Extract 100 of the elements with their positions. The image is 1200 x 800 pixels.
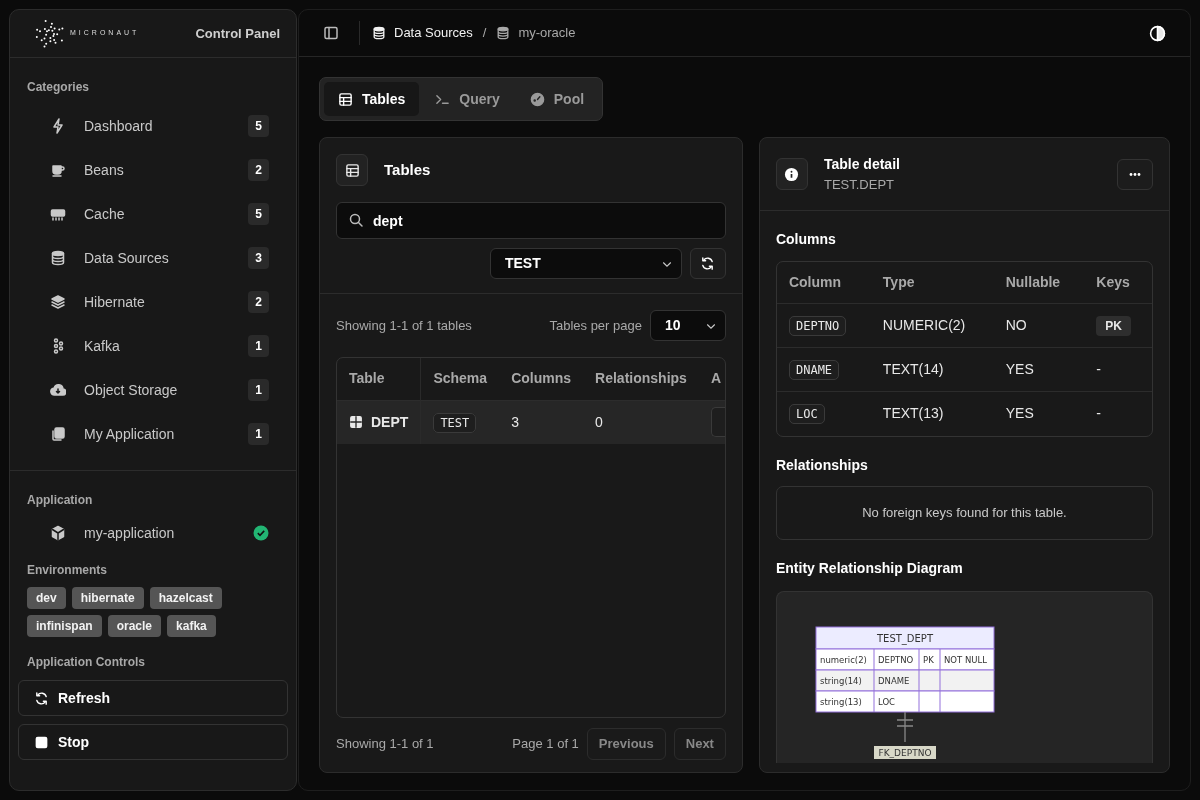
environment-tag: hibernate	[71, 587, 144, 609]
count-badge: 1	[248, 335, 269, 357]
refresh-icon	[700, 256, 716, 271]
breadcrumb-separator: /	[482, 24, 487, 43]
attribute-text: DNAME	[877, 675, 910, 686]
next-button[interactable]: Next	[673, 728, 726, 760]
table-name: TEST.DEPT	[823, 176, 896, 194]
column-name-tag: DEPTNO	[788, 316, 847, 336]
count-badge: 5	[248, 203, 269, 225]
sidebar-item[interactable]: Kafka 1	[18, 324, 288, 368]
table-cell: 3	[499, 400, 584, 444]
table-cell: 0	[583, 400, 699, 444]
section-heading: Relationships	[775, 455, 869, 475]
column-name-tag: DNAME	[788, 360, 840, 380]
column-header: Table	[337, 358, 421, 400]
column-header: Relationships	[583, 358, 699, 400]
sidebar-item[interactable]: Data Sources 3	[18, 236, 288, 280]
copy-icon	[50, 426, 66, 442]
schema-tag: TEST	[433, 412, 477, 433]
refresh-button[interactable]: Refresh	[18, 680, 288, 716]
layers-icon	[50, 294, 66, 310]
tab[interactable]: Pool	[515, 82, 599, 116]
attribute-text: string(13)	[819, 696, 862, 707]
previous-button[interactable]: Previous	[586, 728, 666, 760]
cup-icon	[50, 162, 66, 178]
relationship-label: FK_DEPTNO	[873, 745, 936, 759]
column-header: Keys	[1084, 261, 1152, 304]
column-header: Column	[776, 261, 871, 304]
cube-icon	[50, 525, 66, 541]
contrast-icon	[1149, 24, 1166, 42]
column-header: A	[698, 358, 725, 400]
section-heading: Application	[26, 492, 94, 509]
environment-tag: kafka	[167, 615, 216, 637]
panel-title: Control Panel	[195, 24, 280, 43]
attribute-text: LOC	[877, 696, 895, 707]
grid-icon	[349, 414, 363, 429]
table-cell: -	[1096, 405, 1101, 422]
info-icon	[775, 158, 808, 191]
panel-title: Table detail	[823, 155, 901, 174]
results-summary: Showing 1-1 of 1 tables	[336, 316, 473, 335]
schema-select[interactable]: TEST	[489, 248, 682, 279]
page-info: Page 1 of 1	[512, 735, 579, 754]
sidebar-item[interactable]: Cache 5	[18, 192, 288, 236]
count-badge: 3	[248, 247, 269, 269]
stop-button[interactable]: Stop	[18, 724, 288, 760]
per-page-select[interactable]: 10	[649, 310, 726, 341]
per-page-label: Tables per page	[549, 316, 642, 335]
entity-name: TEST_DEPT	[876, 632, 933, 644]
column-header: Nullable	[993, 261, 1085, 304]
count-badge: 1	[248, 423, 269, 445]
count-badge: 5	[248, 115, 269, 137]
attribute-text: DEPTNO	[877, 654, 914, 665]
sidebar-item[interactable]: My Application 1	[18, 412, 288, 456]
count-badge: 1	[248, 379, 269, 401]
table-row-name[interactable]: DEPT	[337, 400, 421, 444]
table-cell: NO	[993, 303, 1085, 348]
environment-tag: dev	[27, 587, 66, 609]
relationship-connector	[896, 710, 914, 743]
table-cell: TEXT(14)	[870, 347, 994, 392]
table-cell: NUMERIC(2)	[870, 303, 994, 348]
breadcrumb-link[interactable]: Data Sources	[372, 23, 473, 43]
sidebar-toggle-icon	[323, 25, 339, 41]
bolt-icon	[50, 118, 66, 134]
starburst-logo-icon	[34, 17, 66, 50]
refresh-button[interactable]	[689, 248, 726, 279]
attribute-text: NOT NULL	[943, 654, 987, 665]
attribute-text: numeric(2)	[819, 654, 867, 665]
search-field[interactable]: dept	[336, 202, 726, 239]
memory-icon	[50, 206, 66, 222]
tab[interactable]: Tables	[324, 82, 420, 116]
column-header: Columns	[499, 358, 584, 400]
table-icon	[338, 91, 353, 107]
sidebar-item[interactable]: Hibernate 2	[18, 280, 288, 324]
sidebar-item[interactable]: Beans 2	[18, 148, 288, 192]
empty-state-message: No foreign keys found for this table.	[775, 485, 1153, 540]
table-cell: YES	[993, 347, 1085, 392]
column-header: Type	[870, 261, 994, 304]
section-heading: Application Controls	[26, 654, 146, 671]
database-icon	[372, 26, 386, 40]
attribute-text: string(14)	[819, 675, 862, 686]
gauge-icon	[529, 91, 545, 107]
database-icon	[50, 250, 66, 266]
square-icon	[34, 734, 49, 750]
table-cell: TEXT(13)	[870, 391, 994, 436]
more-button[interactable]	[1117, 158, 1153, 190]
environment-tag: oracle	[107, 615, 162, 637]
table-cell: -	[1096, 361, 1101, 377]
tab[interactable]: Query	[421, 82, 514, 116]
count-badge: 2	[248, 291, 269, 313]
environment-tag: infinispan	[27, 615, 102, 637]
table-cell: YES	[993, 391, 1085, 436]
sidebar-item[interactable]: Object Storage 1	[18, 368, 288, 412]
refresh-icon	[34, 690, 49, 706]
cloud-download-icon	[50, 382, 66, 398]
database-icon	[496, 26, 511, 40]
search-icon	[348, 212, 364, 228]
sidebar-item[interactable]: Dashboard 5	[18, 104, 288, 148]
application-item[interactable]: my-application	[18, 513, 288, 553]
count-badge: 2	[248, 159, 269, 181]
results-summary: Showing 1-1 of 1	[336, 735, 435, 754]
